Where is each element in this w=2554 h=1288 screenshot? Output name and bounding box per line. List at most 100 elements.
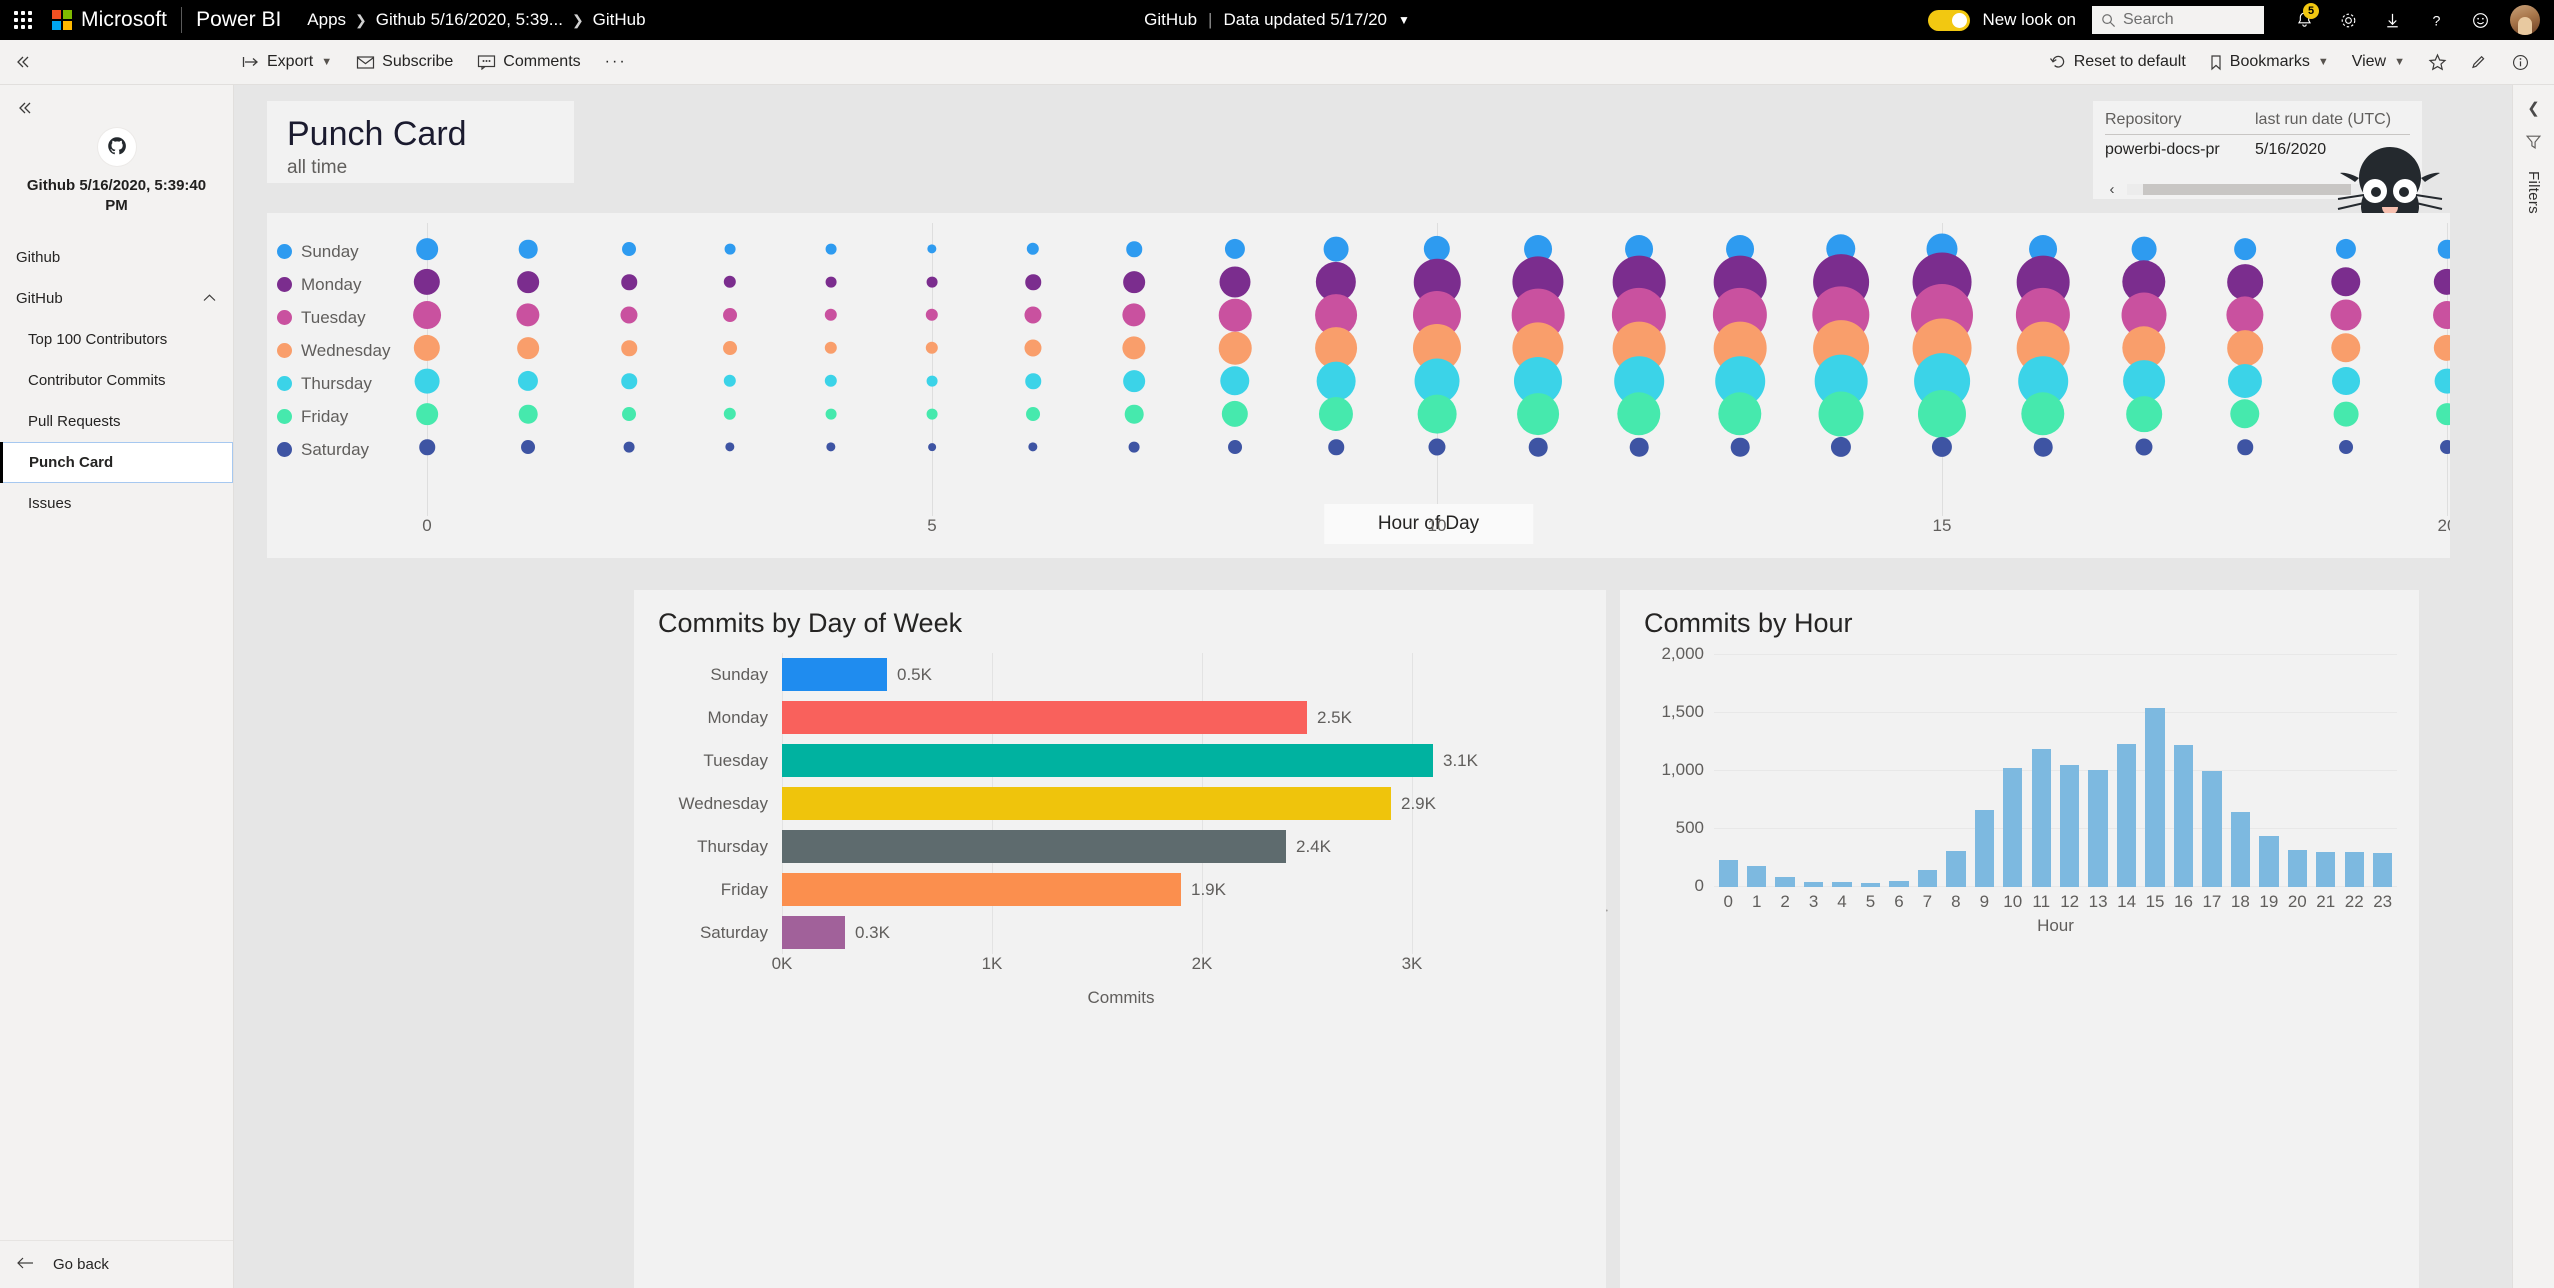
settings-button[interactable] [2326, 0, 2370, 40]
column-bar[interactable] [1832, 881, 1852, 887]
bubble[interactable] [1318, 396, 1354, 432]
bar-fill[interactable] [782, 830, 1286, 863]
bubble[interactable] [2437, 239, 2450, 259]
bubble[interactable] [2331, 267, 2361, 297]
power-bi-wordmark[interactable]: Power BI [196, 8, 281, 32]
bubble[interactable] [928, 443, 936, 451]
bubble[interactable] [1218, 298, 1252, 332]
bubble[interactable] [413, 334, 441, 362]
bubble[interactable] [517, 370, 539, 392]
column-bar[interactable] [2287, 849, 2307, 887]
column-bar[interactable] [2202, 771, 2222, 887]
bubble[interactable] [1221, 400, 1249, 428]
bubble[interactable] [2436, 403, 2450, 425]
bubble[interactable] [2433, 301, 2450, 329]
bubble[interactable] [2333, 401, 2359, 427]
column-bar[interactable] [2003, 767, 2023, 887]
filter-funnel-icon[interactable] [2525, 133, 2542, 155]
bubble[interactable] [723, 341, 737, 355]
comments-button[interactable]: Comments [467, 47, 590, 77]
bubble[interactable] [927, 244, 937, 254]
bubble[interactable] [2227, 330, 2263, 366]
filters-label[interactable]: Filters [2525, 171, 2542, 214]
column-bar[interactable] [2116, 744, 2137, 887]
bubble[interactable] [419, 439, 435, 455]
bubble[interactable] [1025, 373, 1041, 389]
bubble[interactable] [1830, 436, 1852, 458]
new-look-toggle[interactable] [1928, 9, 1971, 31]
column-bar[interactable] [1974, 810, 1994, 887]
breadcrumb-workspace[interactable]: Github 5/16/2020, 5:39... [376, 10, 563, 30]
bar-fill[interactable] [782, 701, 1307, 734]
nav-item-punch-card[interactable]: Punch Card [0, 441, 233, 483]
column-header-last-run-date[interactable]: last run date (UTC) [2255, 111, 2410, 135]
bubble[interactable] [1123, 370, 1145, 392]
column-bar[interactable] [1917, 870, 1938, 887]
feedback-smiley-button[interactable] [2458, 0, 2502, 40]
bubble[interactable] [1025, 274, 1041, 290]
notifications-button[interactable]: 5 [2282, 0, 2326, 40]
bubble[interactable] [620, 306, 638, 324]
bubble[interactable] [723, 407, 737, 421]
export-button[interactable]: Export ▼ [232, 47, 342, 77]
nav-item-contributor-commits[interactable]: Contributor Commits [0, 360, 233, 401]
column-bar[interactable] [1889, 880, 1909, 887]
go-back-button[interactable]: Go back [0, 1240, 233, 1288]
bubble[interactable] [416, 403, 438, 425]
bubble[interactable] [1220, 366, 1250, 396]
bubble[interactable] [2234, 238, 2256, 260]
bubble[interactable] [2230, 399, 2260, 429]
bubble[interactable] [2033, 437, 2053, 457]
bubble[interactable] [1323, 236, 1349, 262]
legend-item-wednesday[interactable]: Wednesday [277, 334, 399, 367]
column-bar[interactable] [2145, 708, 2165, 887]
punch-card-bubbles[interactable] [407, 223, 2450, 516]
bubble[interactable] [925, 308, 939, 322]
bubble[interactable] [413, 301, 441, 329]
microsoft-logo[interactable]: Microsoft [52, 8, 167, 32]
bubble[interactable] [518, 404, 538, 424]
chevron-down-icon[interactable]: ▼ [1398, 13, 1410, 27]
bubble[interactable] [824, 374, 838, 388]
subscribe-button[interactable]: Subscribe [346, 47, 463, 77]
bookmarks-button[interactable]: Bookmarks ▼ [2199, 47, 2339, 77]
bubble[interactable] [2227, 264, 2263, 300]
bubble[interactable] [1026, 242, 1040, 256]
nav-item-top-100-contributors[interactable]: Top 100 Contributors [0, 319, 233, 360]
bubble[interactable] [1917, 389, 1967, 439]
bubble[interactable] [1218, 331, 1252, 365]
bubble[interactable] [2434, 368, 2450, 394]
bubble[interactable] [2227, 363, 2263, 399]
bubble[interactable] [2331, 333, 2361, 363]
bar-fill[interactable] [782, 873, 1181, 906]
bubble[interactable] [517, 271, 539, 293]
bubble[interactable] [2332, 367, 2360, 395]
report-title-status[interactable]: GitHub | Data updated 5/17/20 ▼ [1144, 10, 1410, 30]
bubble[interactable] [2335, 238, 2357, 260]
bubble[interactable] [621, 340, 637, 356]
bubble[interactable] [825, 408, 837, 420]
bubble[interactable] [825, 243, 837, 255]
scroll-thumb[interactable] [2142, 184, 2352, 195]
bar-fill[interactable] [782, 658, 887, 691]
column-bar[interactable] [2088, 769, 2108, 887]
bubble[interactable] [724, 243, 736, 255]
bubble[interactable] [1517, 393, 1559, 435]
bubble[interactable] [622, 407, 636, 421]
column-bar[interactable] [2031, 748, 2051, 887]
column-bar[interactable] [1946, 851, 1966, 887]
help-button[interactable]: ? [2414, 0, 2458, 40]
column-header-repository[interactable]: Repository [2105, 111, 2255, 135]
bubble[interactable] [926, 375, 938, 387]
legend-item-friday[interactable]: Friday [277, 400, 399, 433]
bubble[interactable] [1730, 437, 1750, 457]
bubble[interactable] [1428, 438, 1446, 456]
bubble[interactable] [1024, 306, 1042, 324]
bubble[interactable] [1124, 404, 1144, 424]
scroll-left-icon[interactable]: ‹ [2105, 181, 2119, 198]
nav-item-pull-requests[interactable]: Pull Requests [0, 401, 233, 442]
bubble[interactable] [1123, 271, 1145, 293]
nav-item-github-root[interactable]: Github [0, 237, 233, 278]
bubble[interactable] [1128, 441, 1140, 453]
legend-item-tuesday[interactable]: Tuesday [277, 301, 399, 334]
